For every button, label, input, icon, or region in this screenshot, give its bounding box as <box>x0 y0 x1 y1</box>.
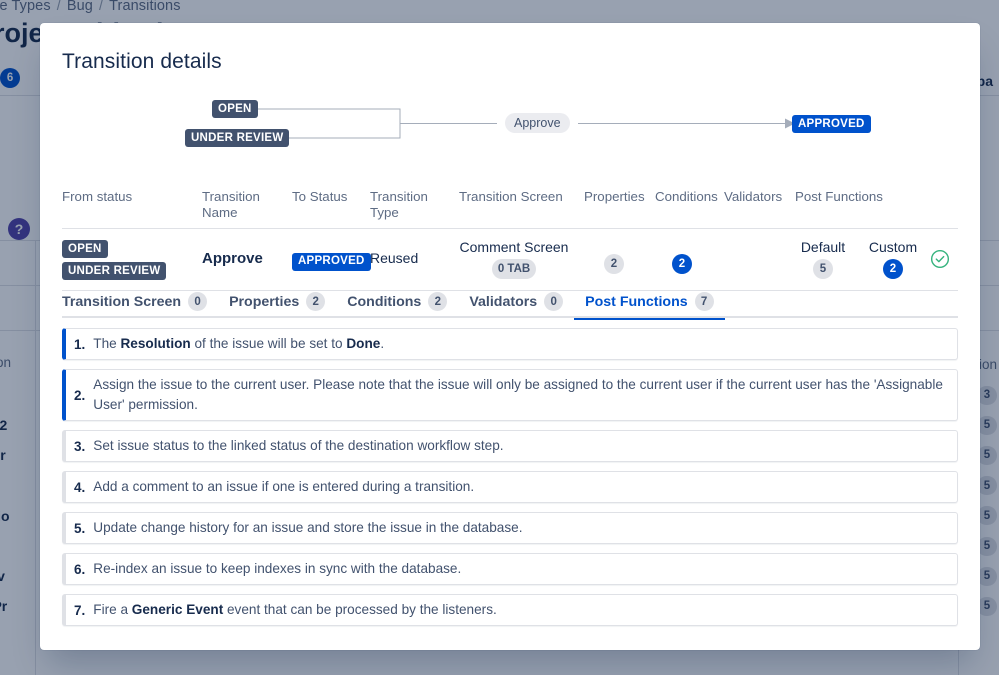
transition-screen-name: Comment Screen <box>459 239 569 255</box>
diagram-status-under-review: UNDER REVIEW <box>185 129 290 147</box>
post-function-description: The Resolution of the issue will be set … <box>93 336 385 351</box>
th-from-status: From status <box>62 189 133 204</box>
table-header-row: From status Transition Name To Status Tr… <box>62 181 958 229</box>
th-transition-screen: Transition Screen <box>459 189 563 204</box>
transition-details-modal: Transition details OPEN UNDER REVIEW App… <box>40 23 980 650</box>
post-functions-default-badge: 5 <box>813 259 833 279</box>
post-functions-custom-badge: 2 <box>883 259 903 279</box>
status-lozenge-approved: APPROVED <box>292 252 371 271</box>
post-function-description: Re-index an issue to keep indexes in syn… <box>93 561 462 576</box>
cell-post-functions-custom: Custom 2 <box>862 239 924 279</box>
tab-count: 0 <box>544 292 564 311</box>
post-function-number: 5. <box>74 520 86 536</box>
th-properties: Properties <box>584 189 645 204</box>
th-validators: Validators <box>724 189 783 204</box>
properties-count-badge: 2 <box>604 254 624 274</box>
cell-from-status: OPEN UNDER REVIEW <box>62 240 167 280</box>
check-circle-icon <box>930 249 950 269</box>
post-function-description: Add a comment to an issue if one is ente… <box>93 479 475 494</box>
tab-label: Conditions <box>347 293 422 310</box>
post-function-item[interactable]: 1. The Resolution of the issue will be se… <box>62 328 958 360</box>
th-to-status: To Status <box>292 189 348 204</box>
post-function-number: 1. <box>74 336 86 352</box>
tab-count: 2 <box>306 292 326 311</box>
post-function-item[interactable]: 4. Add a comment to an issue if one is en… <box>62 471 958 503</box>
detail-tabs: Transition Screen 0 Properties 2 Conditions 2… <box>62 285 958 320</box>
post-function-description: Fire a Generic Event event that can be p… <box>93 602 497 617</box>
tab-transition-screen[interactable]: Transition Screen 0 <box>62 285 218 318</box>
post-function-item[interactable]: 5. Update change history for an issue and… <box>62 512 958 544</box>
th-post-functions: Post Functions <box>795 189 883 204</box>
post-function-number: 3. <box>74 438 86 454</box>
post-functions-default-label: Default <box>800 239 846 255</box>
transition-screen-tab-badge: 0 TAB <box>491 259 537 279</box>
tab-label: Post Functions <box>585 293 688 310</box>
post-function-description: Update change history for an issue and s… <box>93 520 523 535</box>
conditions-count-badge: 2 <box>672 254 692 274</box>
diagram-status-approved: APPROVED <box>792 115 871 133</box>
workflow-diagram: OPEN UNDER REVIEW Approve APPROVED <box>62 85 958 163</box>
post-function-number: 4. <box>74 479 86 495</box>
tab-properties[interactable]: Properties 2 <box>218 285 336 318</box>
post-function-item[interactable]: 2. Assign the issue to the current user. … <box>62 369 958 421</box>
post-functions-list: 1. The Resolution of the issue will be se… <box>62 328 958 635</box>
tab-count: 2 <box>428 292 448 311</box>
diagram-status-open: OPEN <box>212 100 258 118</box>
tab-label: Properties <box>229 293 300 310</box>
status-lozenge-under-review: UNDER REVIEW <box>62 262 167 280</box>
table-row: OPEN UNDER REVIEW Approve APPROVED Reuse… <box>62 229 958 291</box>
tab-count: 7 <box>694 292 714 311</box>
post-function-item[interactable]: 7. Fire a Generic Event event that can be… <box>62 594 958 626</box>
post-function-number: 7. <box>74 602 86 618</box>
tab-post-functions[interactable]: Post Functions 7 <box>574 285 726 320</box>
post-function-number: 2. <box>74 387 86 403</box>
th-transition-name: Transition Name <box>202 189 260 220</box>
cell-post-functions-default: Default 5 <box>792 239 854 279</box>
th-transition-type: Transition Type <box>370 189 428 220</box>
transition-details-table: From status Transition Name To Status Tr… <box>62 181 958 291</box>
tab-count: 0 <box>188 292 208 311</box>
post-function-item[interactable]: 6. Re-index an issue to keep indexes in s… <box>62 553 958 585</box>
cell-properties: 2 <box>584 239 644 274</box>
cell-transition-name: Approve <box>202 250 263 267</box>
post-function-description: Assign the issue to the current user. Pl… <box>93 377 943 412</box>
post-function-item[interactable]: 3. Set issue status to the linked status … <box>62 430 958 462</box>
status-lozenge-open: OPEN <box>62 240 108 258</box>
post-function-number: 6. <box>74 561 86 577</box>
post-function-description: Set issue status to the linked status of… <box>93 438 504 453</box>
post-functions-custom-label: Custom <box>868 239 918 255</box>
cell-transition-screen: Comment Screen 0 TAB <box>450 239 578 279</box>
cell-conditions: 2 <box>652 239 712 274</box>
tab-validators[interactable]: Validators 0 <box>458 285 574 318</box>
tab-conditions[interactable]: Conditions 2 <box>336 285 458 318</box>
th-conditions: Conditions <box>655 189 718 204</box>
cell-transition-type: Reused <box>370 250 419 266</box>
tab-label: Validators <box>469 293 538 310</box>
modal-title: Transition details <box>62 50 222 73</box>
diagram-transition-label: Approve <box>505 113 570 133</box>
tab-label: Transition Screen <box>62 293 182 310</box>
